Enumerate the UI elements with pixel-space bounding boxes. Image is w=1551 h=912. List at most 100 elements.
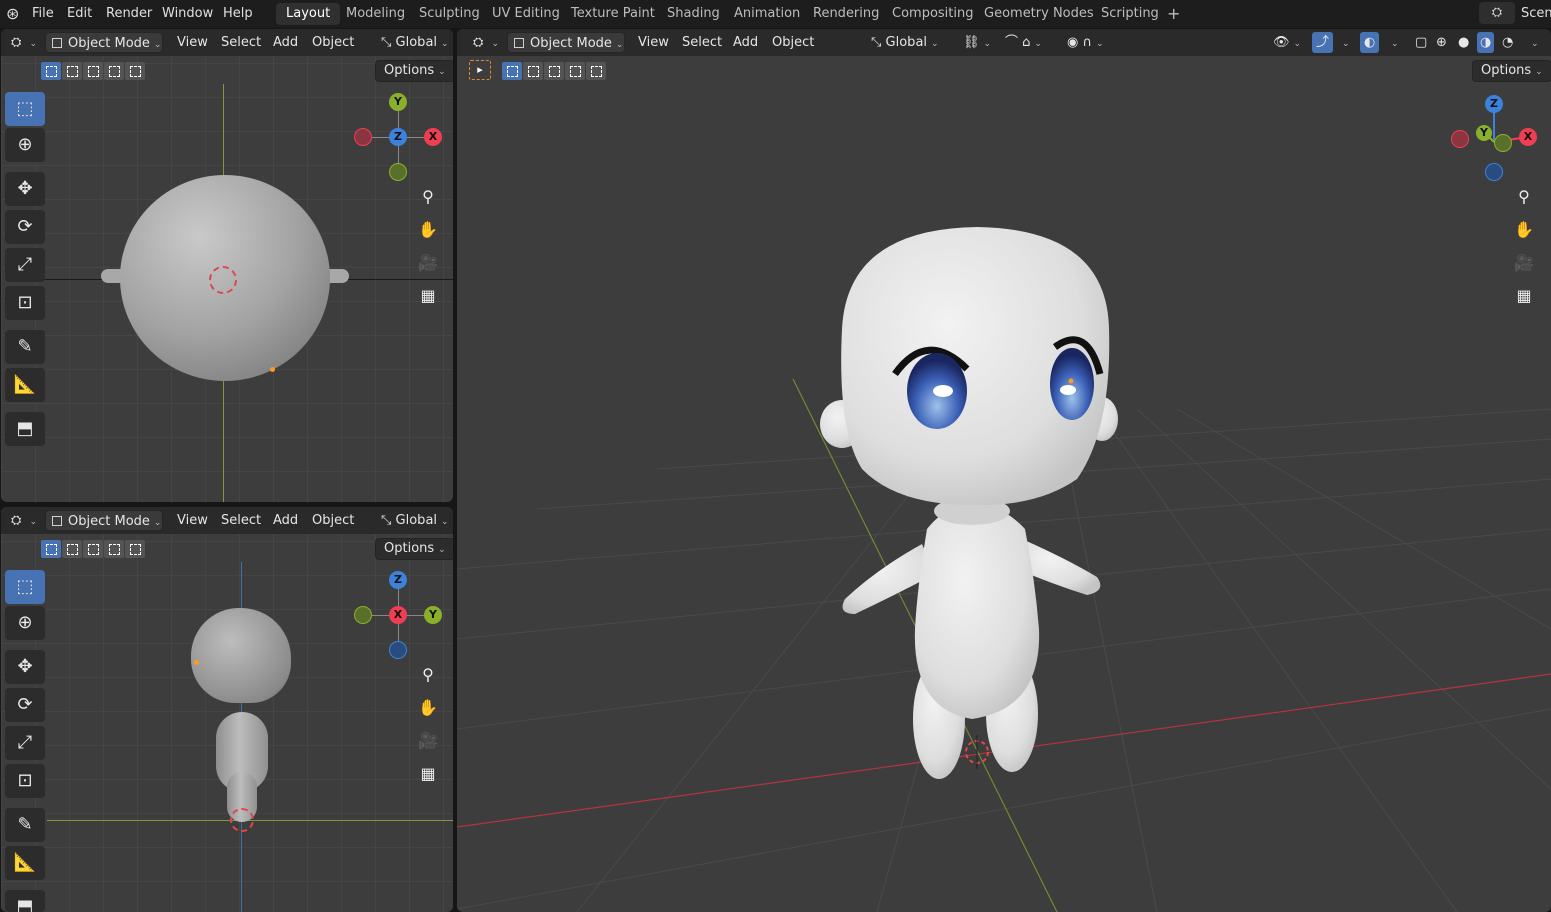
gizmo-z-axis[interactable]: Z xyxy=(389,571,407,589)
options-dropdown[interactable]: Options ⌄ xyxy=(375,538,453,560)
grid-icon[interactable]: ▦ xyxy=(414,282,442,310)
cursor-icon[interactable]: ⊕ xyxy=(5,606,45,640)
gizmo-y-axis[interactable]: Y xyxy=(424,606,442,624)
viewport-header: ⛭ ⌄ Object Mode ⌄ View Select Add Object … xyxy=(1,507,453,534)
camera-icon[interactable]: 🎥 xyxy=(1510,249,1538,277)
menu-edit[interactable]: Edit xyxy=(67,4,92,24)
move-icon[interactable]: ✥ xyxy=(5,172,45,206)
move-icon[interactable]: ✥ xyxy=(5,650,45,684)
orientation-dropdown[interactable]: ⤡ Global ⌄ xyxy=(375,510,453,531)
gizmo-neg-z[interactable] xyxy=(389,641,407,659)
zoom-icon[interactable]: ⚲ xyxy=(1510,183,1538,211)
rotate-icon[interactable]: ⟳ xyxy=(5,688,45,722)
scene-name[interactable]: Scen xyxy=(1521,4,1551,24)
pan-hand-icon[interactable]: ✋ xyxy=(414,216,442,244)
annotate-icon[interactable]: ✎ xyxy=(5,808,45,842)
scale-icon[interactable]: ⤢ xyxy=(5,726,45,760)
menu-render[interactable]: Render xyxy=(106,4,152,24)
select-box-icon[interactable]: ⬚ xyxy=(5,570,45,604)
menu-window[interactable]: Window xyxy=(162,4,213,24)
gizmo-z-axis[interactable]: Z xyxy=(1485,95,1503,113)
tab-animation[interactable]: Animation xyxy=(724,3,810,25)
gizmo-neg-x[interactable] xyxy=(1451,130,1469,148)
bottom-left-viewport[interactable]: ⛭ ⌄ Object Mode ⌄ View Select Add Object … xyxy=(1,507,453,912)
camera-icon[interactable]: 🎥 xyxy=(414,727,442,755)
scene-selector-icon[interactable]: ⛭ xyxy=(1479,2,1515,24)
menu-select[interactable]: Select xyxy=(215,32,267,53)
menu-add[interactable]: Add xyxy=(267,510,304,531)
menu-view[interactable]: View xyxy=(171,510,214,531)
tab-modeling[interactable]: Modeling xyxy=(336,3,415,25)
options-dropdown[interactable]: Options ⌄ xyxy=(375,60,453,82)
annotate-icon[interactable]: ✎ xyxy=(5,330,45,364)
gizmo-neg-y[interactable] xyxy=(389,163,407,181)
mode-dropdown[interactable]: Object Mode ⌄ xyxy=(45,510,163,531)
gizmo-y-axis[interactable]: Y xyxy=(1476,125,1492,141)
orientation-label: Global xyxy=(395,513,438,528)
origin-dot xyxy=(270,367,275,372)
pan-hand-icon[interactable]: ✋ xyxy=(1510,216,1538,244)
grid-icon[interactable]: ▦ xyxy=(1510,282,1538,310)
tab-texture-paint[interactable]: Texture Paint xyxy=(561,3,665,25)
orientation-label: Global xyxy=(395,35,438,50)
3d-cursor xyxy=(230,808,254,832)
menu-object[interactable]: Object xyxy=(306,510,360,531)
cursor-icon[interactable]: ⊕ xyxy=(5,128,45,162)
tab-sculpting[interactable]: Sculpting xyxy=(409,3,490,25)
add-cube-icon[interactable]: ⬒ xyxy=(5,412,45,446)
gizmo-neg-y[interactable] xyxy=(354,606,372,624)
tab-rendering[interactable]: Rendering xyxy=(803,3,889,25)
grid-icon[interactable]: ▦ xyxy=(414,760,442,788)
gizmo-x-axis[interactable]: X xyxy=(424,128,442,146)
origin-dot xyxy=(194,660,199,665)
menu-help[interactable]: Help xyxy=(223,4,253,24)
transform-icon[interactable]: ⊡ xyxy=(5,286,45,320)
menu-file[interactable]: File xyxy=(32,4,54,24)
head-side-view xyxy=(191,608,291,703)
menu-view[interactable]: View xyxy=(171,32,214,53)
menu-add[interactable]: Add xyxy=(267,32,304,53)
menu-object[interactable]: Object xyxy=(306,32,360,53)
tab-geometry-nodes[interactable]: Geometry Nodes xyxy=(974,3,1104,25)
measure-icon[interactable]: 📐 xyxy=(5,368,45,402)
tab-layout[interactable]: Layout xyxy=(276,3,341,25)
selection-mode-buttons[interactable] xyxy=(41,540,145,560)
zoom-icon[interactable]: ⚲ xyxy=(414,661,442,689)
options-label: Options xyxy=(384,63,435,78)
mode-dropdown[interactable]: Object Mode ⌄ xyxy=(45,32,163,53)
orientation-dropdown[interactable]: ⤡ Global ⌄ xyxy=(375,32,453,53)
menu-select[interactable]: Select xyxy=(215,510,267,531)
top-left-viewport[interactable]: ⛭ ⌄ Object Mode ⌄ View Select Add Object … xyxy=(1,29,453,502)
add-workspace-button[interactable]: + xyxy=(1157,3,1190,25)
camera-icon[interactable]: 🎥 xyxy=(414,249,442,277)
zoom-icon[interactable]: ⚲ xyxy=(414,183,442,211)
add-cube-icon[interactable]: ⬒ xyxy=(5,890,45,912)
blender-logo-icon[interactable]: ⊛ xyxy=(6,4,19,24)
gizmo-z-axis[interactable]: Z xyxy=(389,128,407,146)
viewport-grid xyxy=(1,507,453,912)
gizmo-neg-z[interactable] xyxy=(1485,163,1503,181)
orientation-icon: ⤡ xyxy=(381,35,396,50)
editor-type-icon[interactable]: ⛭ ⌄ xyxy=(5,32,43,53)
transform-icon[interactable]: ⊡ xyxy=(5,764,45,798)
rotate-icon[interactable]: ⟳ xyxy=(5,210,45,244)
3d-cursor xyxy=(209,266,237,294)
tab-shading[interactable]: Shading xyxy=(657,3,730,25)
viewport-header: ⛭ ⌄ Object Mode ⌄ View Select Add Object … xyxy=(1,29,453,56)
gizmo-neg-y[interactable] xyxy=(1494,134,1512,152)
pan-hand-icon[interactable]: ✋ xyxy=(414,694,442,722)
scale-icon[interactable]: ⤢ xyxy=(5,248,45,282)
selection-mode-buttons[interactable] xyxy=(41,62,145,82)
tab-uv-editing[interactable]: UV Editing xyxy=(482,3,570,25)
gizmo-x-axis[interactable]: X xyxy=(389,606,407,624)
tab-compositing[interactable]: Compositing xyxy=(882,3,984,25)
measure-icon[interactable]: 📐 xyxy=(5,846,45,880)
gizmo-y-axis[interactable]: Y xyxy=(389,93,407,111)
gizmo-x-axis[interactable]: X xyxy=(1519,128,1537,146)
main-viewport[interactable]: ⛭ ⌄ Object Mode ⌄ View Select Add Object … xyxy=(457,29,1551,912)
editor-type-icon[interactable]: ⛭ ⌄ xyxy=(5,510,43,531)
options-label: Options xyxy=(384,541,435,556)
gizmo-neg-x[interactable] xyxy=(354,128,372,146)
select-box-icon[interactable]: ⬚ xyxy=(5,92,45,126)
mode-label: Object Mode xyxy=(68,514,150,529)
